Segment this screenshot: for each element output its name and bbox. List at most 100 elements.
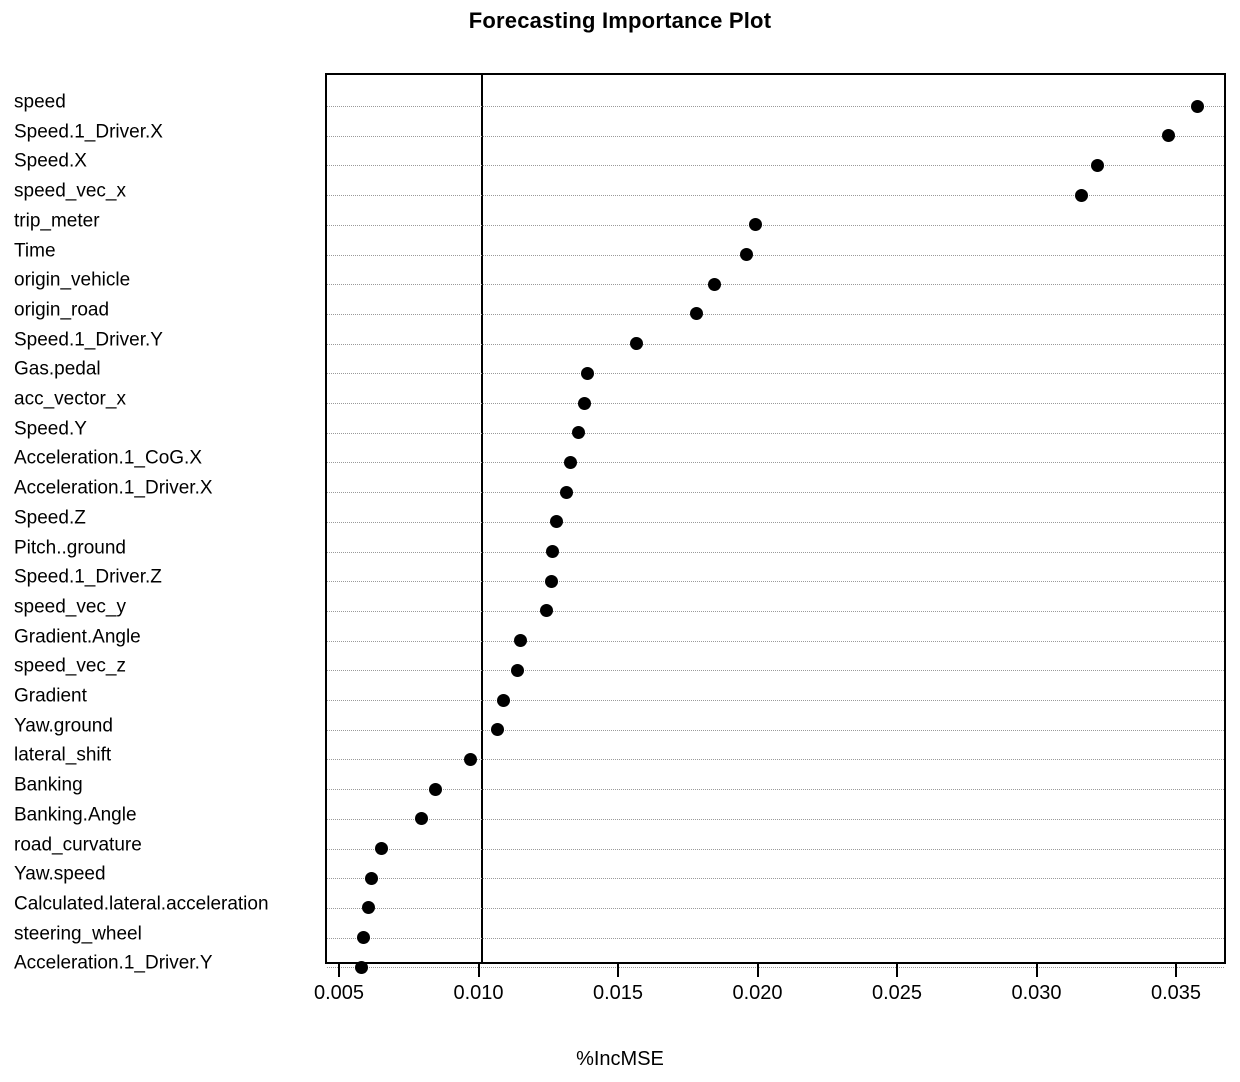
data-point — [374, 842, 388, 855]
category-label: Acceleration.1_Driver.Y — [14, 952, 213, 974]
data-point — [545, 545, 559, 558]
data-point — [581, 366, 595, 380]
gridline — [327, 937, 1224, 939]
data-point — [491, 723, 505, 737]
category-label: Gradient — [14, 685, 87, 707]
category-label: Yaw.ground — [14, 715, 113, 737]
x-tick-mark — [1175, 964, 1177, 977]
x-tick-mark — [477, 964, 480, 977]
plot-canvas — [327, 75, 1224, 974]
x-tick-mark — [617, 964, 619, 977]
data-point — [510, 663, 524, 677]
category-label: Calculated.lateral.acceleration — [14, 893, 269, 915]
gridline — [327, 640, 1224, 642]
data-point — [414, 812, 428, 826]
gridline — [327, 670, 1224, 672]
category-label: Speed.1_Driver.Y — [14, 329, 163, 351]
category-label: acc_vector_x — [14, 388, 126, 410]
category-label: steering_wheel — [14, 923, 142, 945]
data-point — [429, 782, 443, 796]
x-axis: 0.005 0.010 0.015 0.020 0.025 0.030 0.035 — [314, 964, 1226, 1024]
gridline — [327, 462, 1224, 464]
data-point — [361, 901, 375, 915]
gridline — [327, 759, 1224, 761]
gridline — [327, 254, 1224, 256]
category-label: speed_vec_x — [14, 180, 126, 202]
plot-frame — [325, 73, 1226, 974]
gridline — [327, 551, 1224, 553]
data-point — [689, 307, 703, 321]
category-label: Gradient.Angle — [14, 626, 141, 648]
x-tick-label: 0.030 — [1011, 982, 1062, 1004]
page-title: Forecasting Importance Plot — [468, 8, 772, 33]
data-point — [577, 396, 591, 410]
data-point — [560, 485, 574, 499]
data-point — [572, 426, 586, 440]
data-point — [513, 634, 527, 648]
gridline — [327, 818, 1224, 820]
category-label: Gas.pedal — [14, 358, 101, 380]
category-label: speed — [14, 91, 66, 113]
gridline — [327, 878, 1224, 880]
category-label-list: speed Speed.1_Driver.X Speed.X speed_vec_xt… — [0, 73, 320, 973]
data-point — [364, 871, 378, 885]
x-axis-label: %IncMSE — [576, 1048, 664, 1070]
reference-line — [480, 75, 483, 962]
category-label: speed_vec_y — [14, 596, 126, 618]
gridline — [327, 432, 1224, 434]
data-point — [629, 337, 643, 351]
data-point — [497, 693, 511, 707]
category-label: Speed.Y — [14, 418, 87, 440]
category-label: Speed.1_Driver.Z — [14, 566, 162, 588]
gridline — [327, 373, 1224, 375]
x-tick-label: 0.005 — [313, 982, 365, 1004]
gridline — [327, 729, 1224, 731]
x-tick-label: 0.020 — [732, 982, 783, 1004]
data-point — [356, 931, 370, 945]
data-point — [1090, 158, 1104, 172]
x-tick-label: 0.035 — [1150, 982, 1202, 1004]
x-tick-mark — [756, 964, 759, 977]
category-label: road_curvature — [14, 834, 142, 856]
category-label: Pitch..ground — [14, 537, 126, 559]
gridline — [327, 521, 1224, 523]
gridline — [327, 907, 1224, 909]
x-tick-label: 0.010 — [453, 982, 504, 1004]
category-label: Speed.Z — [14, 507, 86, 529]
category-label: Speed.1_Driver.X — [14, 121, 163, 143]
x-tick-mark — [896, 964, 898, 977]
category-label: lateral_shift — [14, 744, 112, 766]
data-point — [464, 752, 478, 766]
data-point — [539, 604, 553, 618]
gridline — [327, 224, 1224, 226]
gridline — [327, 700, 1224, 701]
category-label: origin_vehicle — [14, 269, 131, 291]
category-label: Acceleration.1_Driver.X — [14, 477, 213, 499]
x-tick-label: 0.015 — [592, 982, 644, 1004]
category-label: Time — [14, 240, 56, 262]
category-label: Banking.Angle — [14, 804, 137, 826]
x-tick-mark — [1035, 964, 1038, 977]
data-point — [563, 455, 577, 469]
gridline — [327, 106, 1224, 107]
category-label: Acceleration.1_CoG.X — [14, 447, 202, 469]
category-label: trip_meter — [14, 210, 100, 232]
category-label: Banking — [14, 774, 83, 796]
data-point — [707, 277, 721, 291]
data-point — [740, 248, 754, 261]
category-label: Yaw.speed — [14, 863, 106, 885]
data-point — [1162, 129, 1175, 143]
data-point — [749, 218, 763, 232]
category-label: speed_vec_z — [14, 655, 126, 677]
gridline — [327, 610, 1224, 612]
data-point — [1191, 99, 1205, 113]
gridline — [327, 165, 1224, 167]
data-point — [544, 574, 558, 588]
data-point — [549, 515, 563, 529]
gridline — [327, 848, 1224, 850]
data-point — [1074, 188, 1088, 202]
gridline — [327, 492, 1224, 494]
x-tick-label: 0.025 — [871, 982, 923, 1004]
gridline — [327, 789, 1224, 791]
category-label: Speed.X — [14, 150, 87, 172]
